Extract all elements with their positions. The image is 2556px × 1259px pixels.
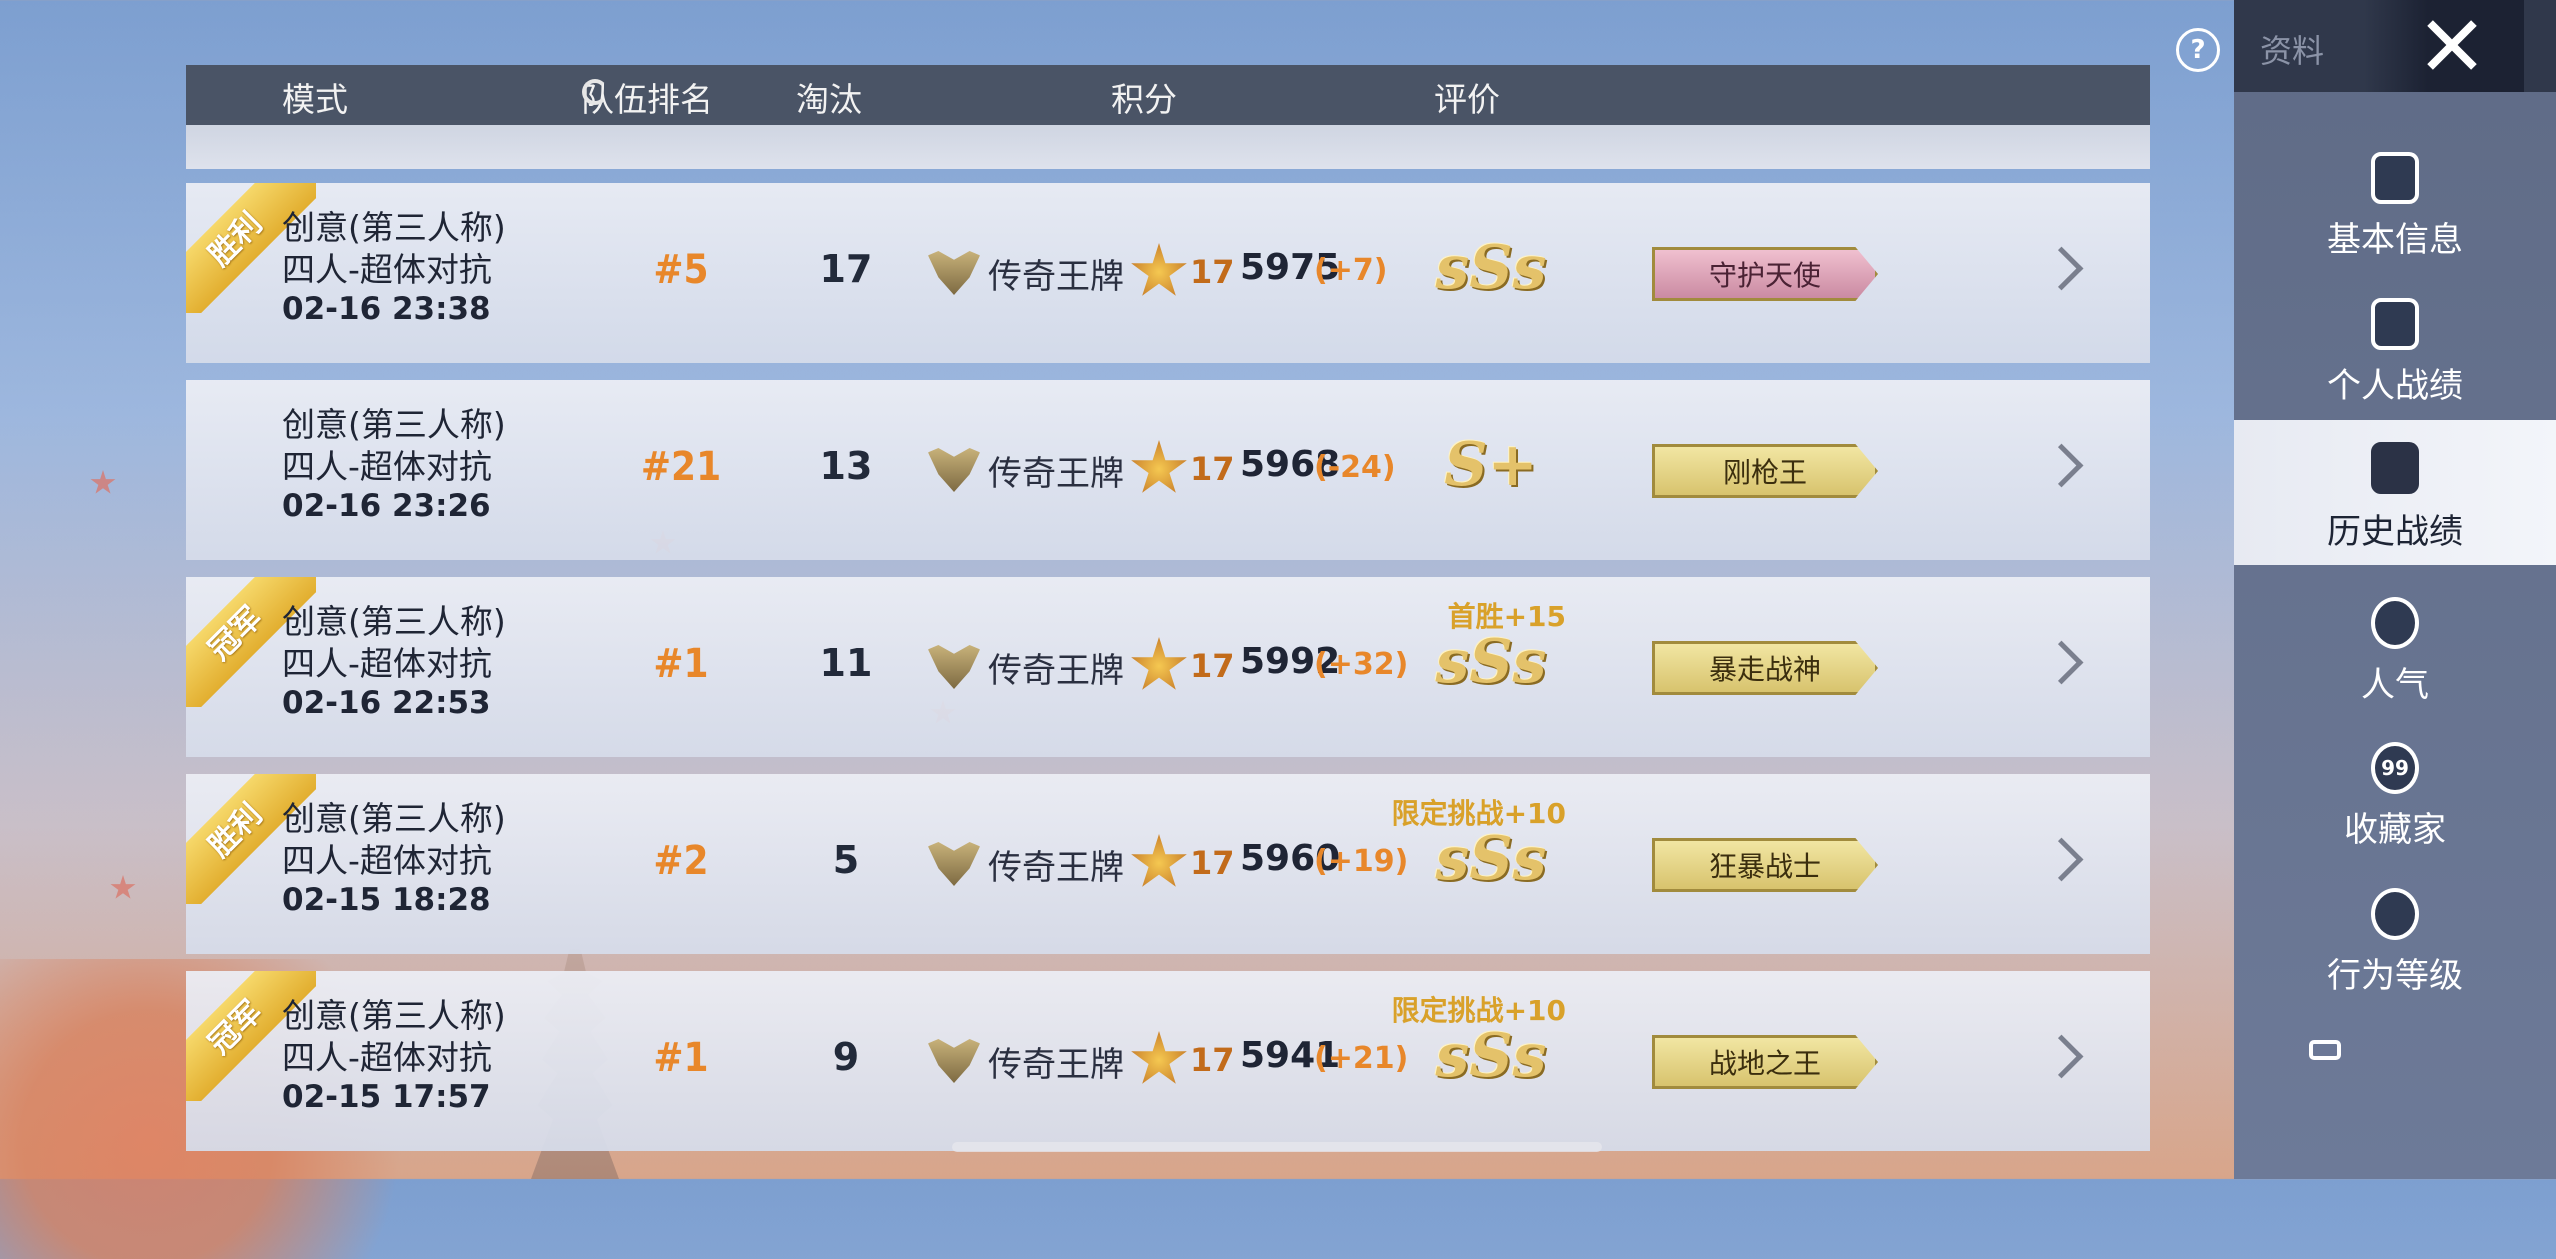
star-icon — [1131, 637, 1187, 690]
kill-count: 9 — [832, 1035, 860, 1079]
match-mode: 创意(第三人称) 四人-超体对抗 — [282, 602, 506, 683]
scroll-indicator[interactable] — [952, 1142, 1602, 1152]
score-delta: (+7) — [1314, 253, 1388, 288]
table-header: 模式 队伍排名 淘汰 积分 评价 — [186, 65, 2150, 125]
team-rank: #2 — [653, 838, 709, 884]
title-tag: 守护天使 — [1652, 247, 1878, 301]
help-icon[interactable]: ? — [2176, 28, 2220, 72]
tier-name: 传奇王牌 — [988, 1045, 1124, 1085]
star-level: 17 — [1190, 450, 1235, 488]
score-delta: (+19) — [1314, 844, 1409, 879]
team-rank: #21 — [640, 444, 722, 490]
header-mode: 模式 — [282, 80, 348, 119]
star-level: 17 — [1190, 1041, 1235, 1079]
sidebar-item-label: 个人战绩 — [2327, 366, 2463, 406]
chevron-right-icon[interactable] — [2039, 1034, 2084, 1079]
match-time: 02-15 18:28 — [282, 882, 491, 918]
kill-count: 17 — [819, 247, 873, 291]
chevron-right-icon[interactable] — [2039, 837, 2084, 882]
sidebar-item-collector[interactable]: 99 收藏家 — [2234, 730, 2556, 870]
sidebar-item-label: 行为等级 — [2327, 956, 2463, 996]
score-delta: (-24) — [1314, 450, 1396, 485]
match-row[interactable]: 胜利 创意(第三人称) 四人-超体对抗 02-16 23:38 #5 17 传奇王… — [186, 183, 2150, 363]
title-tag: 战地之王 — [1652, 1035, 1878, 1089]
sidebar-title: 资料 — [2260, 32, 2325, 70]
match-row[interactable]: 创意(第三人称) 四人-超体对抗 02-16 23:26 #21 13 传奇王牌 … — [186, 380, 2150, 560]
sidebar-item-behavior-level[interactable]: 行为等级 — [2234, 876, 2556, 1016]
sidebar-item-label: 基本信息 — [2327, 220, 2463, 260]
sidebar-item-label: 历史战绩 — [2327, 512, 2463, 552]
sidebar-item-popularity[interactable]: 人气 — [2234, 585, 2556, 725]
tier-emblem-icon — [928, 1039, 980, 1083]
star-level: 17 — [1190, 253, 1235, 291]
title-tag: 暴走战神 — [1652, 641, 1878, 695]
match-time: 02-16 23:38 — [282, 291, 491, 327]
star-level: 17 — [1190, 647, 1235, 685]
chevron-right-icon[interactable] — [2039, 443, 2084, 488]
kill-count: 11 — [819, 641, 873, 685]
close-icon — [2424, 16, 2480, 72]
star-level: 17 — [1190, 844, 1235, 882]
star-icon — [1131, 243, 1187, 296]
team-rank: #5 — [653, 247, 709, 293]
collector-icon: 99 — [2371, 742, 2419, 794]
match-row[interactable]: 胜利 创意(第三人称) 四人-超体对抗 02-15 18:28 #2 5 限定挑战… — [186, 774, 2150, 954]
sidebar-item-basic-info[interactable]: 基本信息 — [2234, 140, 2556, 280]
rating-grade: sSs — [1435, 1021, 1547, 1091]
sidebar-item-history[interactable]: 历史战绩 — [2234, 420, 2556, 565]
header-score: 积分 — [1111, 80, 1177, 119]
petal-decoration — [110, 875, 136, 899]
tier-name: 传奇王牌 — [988, 257, 1124, 297]
title-tag: 刚枪王 — [1652, 444, 1878, 498]
chevron-right-icon[interactable] — [2039, 640, 2084, 685]
match-mode: 创意(第三人称) 四人-超体对抗 — [282, 996, 506, 1077]
header-kills: 淘汰 — [796, 80, 862, 119]
sidebar-item-personal-stats[interactable]: 个人战绩 — [2234, 286, 2556, 426]
rating-grade: sSs — [1435, 824, 1547, 894]
rating-grade: sSs — [1435, 627, 1547, 697]
team-rank: #1 — [653, 1035, 709, 1081]
previous-row-edge — [186, 125, 2150, 169]
menu-icon[interactable] — [2309, 1040, 2341, 1060]
profile-icon — [2371, 152, 2419, 204]
petal-decoration — [90, 470, 116, 494]
behavior-icon — [2371, 888, 2419, 940]
stats-icon — [2371, 298, 2419, 350]
tier-name: 传奇王牌 — [988, 651, 1124, 691]
rating-grade: sSs — [1435, 233, 1547, 303]
popularity-icon — [2371, 597, 2419, 649]
match-mode: 创意(第三人称) 四人-超体对抗 — [282, 208, 506, 289]
star-icon — [1131, 1031, 1187, 1084]
chevron-right-icon[interactable] — [2039, 246, 2084, 291]
rating-grade: S+ — [1444, 430, 1538, 500]
profile-sidebar: 资料 基本信息 个人战绩 历史战绩 人气 99 收藏家 行为等级 — [2234, 0, 2556, 1179]
header-rating: 评价 — [1434, 80, 1500, 119]
star-icon — [1131, 834, 1187, 887]
star-icon — [1131, 440, 1187, 493]
match-time: 02-16 22:53 — [282, 685, 491, 721]
tier-name: 传奇王牌 — [988, 848, 1124, 888]
score-delta: (+32) — [1314, 647, 1409, 682]
tier-emblem-icon — [928, 448, 980, 492]
sidebar-item-label: 收藏家 — [2344, 810, 2446, 850]
match-time: 02-15 17:57 — [282, 1079, 491, 1115]
tier-emblem-icon — [928, 645, 980, 689]
tier-emblem-icon — [928, 842, 980, 886]
team-rank: #1 — [653, 641, 709, 687]
match-mode: 创意(第三人称) 四人-超体对抗 — [282, 799, 506, 880]
match-mode: 创意(第三人称) 四人-超体对抗 — [282, 405, 506, 486]
match-row[interactable]: 冠军 创意(第三人称) 四人-超体对抗 02-16 22:53 #1 11 首胜+… — [186, 577, 2150, 757]
match-row[interactable]: 冠军 创意(第三人称) 四人-超体对抗 02-15 17:57 #1 9 限定挑战… — [186, 971, 2150, 1151]
refresh-icon[interactable] — [582, 79, 608, 105]
match-time: 02-16 23:26 — [282, 488, 491, 524]
tier-name: 传奇王牌 — [988, 454, 1124, 494]
kill-count: 5 — [832, 838, 860, 882]
score-delta: (+21) — [1314, 1041, 1409, 1076]
kill-count: 13 — [819, 444, 873, 488]
sidebar-item-label: 人气 — [2361, 665, 2429, 705]
history-icon — [2371, 442, 2419, 494]
tier-emblem-icon — [928, 251, 980, 295]
close-button[interactable] — [2364, 0, 2524, 92]
title-tag: 狂暴战士 — [1652, 838, 1878, 892]
